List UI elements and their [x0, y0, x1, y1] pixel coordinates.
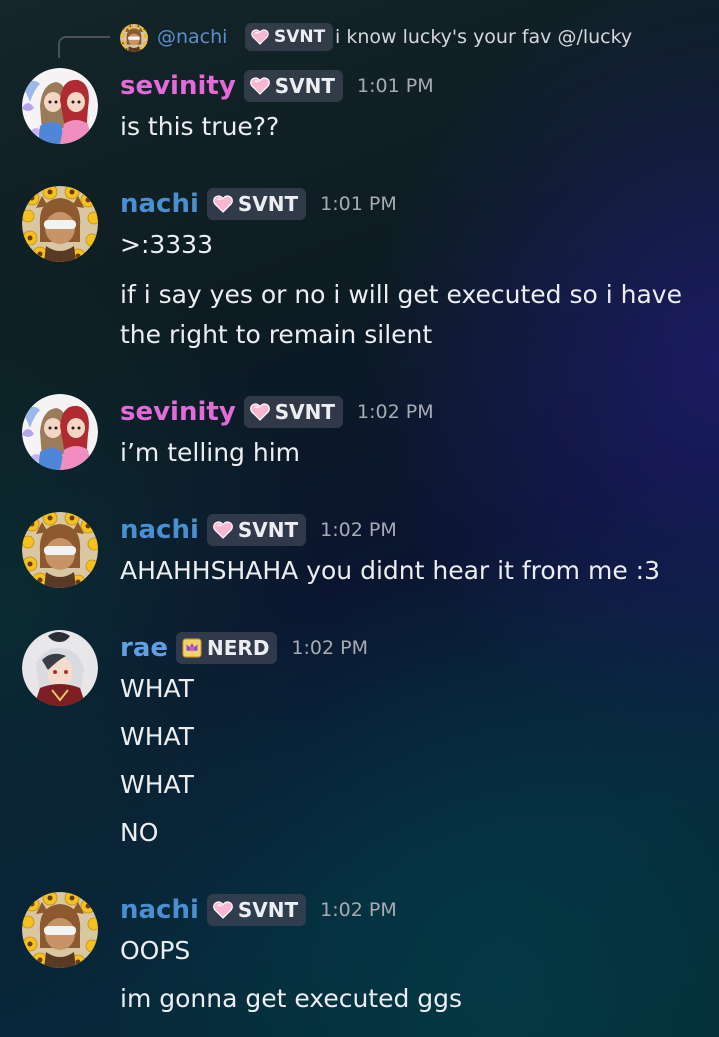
chat-message-list: @nachi SVNT i know lucky's your fav @/lu… [0, 0, 719, 1037]
username[interactable]: sevinity [120, 68, 236, 104]
message-header: rae NERD 1:02 PM [120, 630, 368, 666]
message-text: >:3333 [120, 230, 213, 259]
timestamp[interactable]: 1:01 PM [320, 186, 397, 222]
pink-heart-icon [251, 29, 269, 45]
message-header: nachi SVNT 1:02 PM [120, 512, 397, 548]
message-header: nachi SVNT 1:02 PM [120, 892, 397, 928]
role-badge-label: SVNT [237, 518, 299, 542]
message-header: sevinity SVNT 1:01 PM [120, 68, 434, 104]
message-text: NO [120, 818, 159, 847]
nachi-avatar-icon [22, 892, 98, 968]
avatar[interactable] [22, 68, 98, 144]
message-text: OOPS [120, 936, 191, 965]
username[interactable]: sevinity [120, 394, 236, 430]
pink-heart-icon [213, 521, 233, 539]
message-text: is this true?? [120, 112, 280, 141]
timestamp[interactable]: 1:02 PM [291, 630, 368, 666]
message-text: if i say yes or no i will get executed s… [120, 280, 682, 309]
reply-connector-line [58, 36, 110, 58]
avatar[interactable] [22, 186, 98, 262]
role-badge[interactable]: SVNT [206, 188, 307, 220]
role-badge[interactable]: NERD [176, 632, 278, 664]
role-badge[interactable]: SVNT [243, 70, 344, 102]
username[interactable]: nachi [120, 186, 199, 222]
timestamp[interactable]: 1:02 PM [320, 512, 397, 548]
nachi-avatar-icon [120, 24, 148, 52]
pink-heart-icon [250, 77, 270, 95]
reply-text[interactable]: i know lucky's your fav @/lucky [335, 26, 632, 48]
role-badge-label: SVNT [237, 898, 299, 922]
username[interactable]: nachi [120, 512, 199, 548]
message-text: WHAT [120, 770, 194, 799]
nachi-avatar-icon [22, 186, 98, 262]
reply-author-mention[interactable]: @nachi [157, 26, 227, 48]
reply-avatar[interactable] [120, 24, 148, 52]
reply-preview[interactable]: @nachi SVNT i know lucky's your fav @/lu… [0, 20, 719, 58]
pink-heart-icon [213, 901, 233, 919]
role-badge[interactable]: SVNT [206, 514, 307, 546]
timestamp[interactable]: 1:02 PM [357, 394, 434, 430]
message-header: nachi SVNT 1:01 PM [120, 186, 397, 222]
role-badge-label: SVNT [237, 192, 299, 216]
crown-badge-icon [182, 638, 202, 658]
message-header: sevinity SVNT 1:02 PM [120, 394, 434, 430]
role-badge-label: NERD [207, 636, 270, 660]
reply-role-badge[interactable]: SVNT [245, 23, 334, 51]
message-text: im gonna get executed ggs [120, 984, 463, 1013]
message-text: WHAT [120, 722, 194, 751]
message-text: AHAHHSHAHA you didnt hear it from me :3 [120, 556, 660, 585]
avatar[interactable] [22, 892, 98, 968]
reply-role-badge-label: SVNT [274, 27, 326, 47]
role-badge[interactable]: SVNT [243, 396, 344, 428]
message-text: WHAT [120, 674, 194, 703]
role-badge[interactable]: SVNT [206, 894, 307, 926]
username[interactable]: nachi [120, 892, 199, 928]
username[interactable]: rae [120, 630, 168, 666]
message-text: the right to remain silent [120, 320, 433, 349]
sevinity-avatar-icon [22, 68, 98, 144]
avatar[interactable] [22, 630, 98, 706]
rae-avatar-icon [22, 630, 98, 706]
sevinity-avatar-icon [22, 394, 98, 470]
avatar[interactable] [22, 512, 98, 588]
role-badge-label: SVNT [274, 74, 336, 98]
avatar[interactable] [22, 394, 98, 470]
pink-heart-icon [213, 195, 233, 213]
message-text: i’m telling him [120, 438, 301, 467]
timestamp[interactable]: 1:01 PM [357, 68, 434, 104]
nachi-avatar-icon [22, 512, 98, 588]
role-badge-label: SVNT [274, 400, 336, 424]
timestamp[interactable]: 1:02 PM [320, 892, 397, 928]
pink-heart-icon [250, 403, 270, 421]
